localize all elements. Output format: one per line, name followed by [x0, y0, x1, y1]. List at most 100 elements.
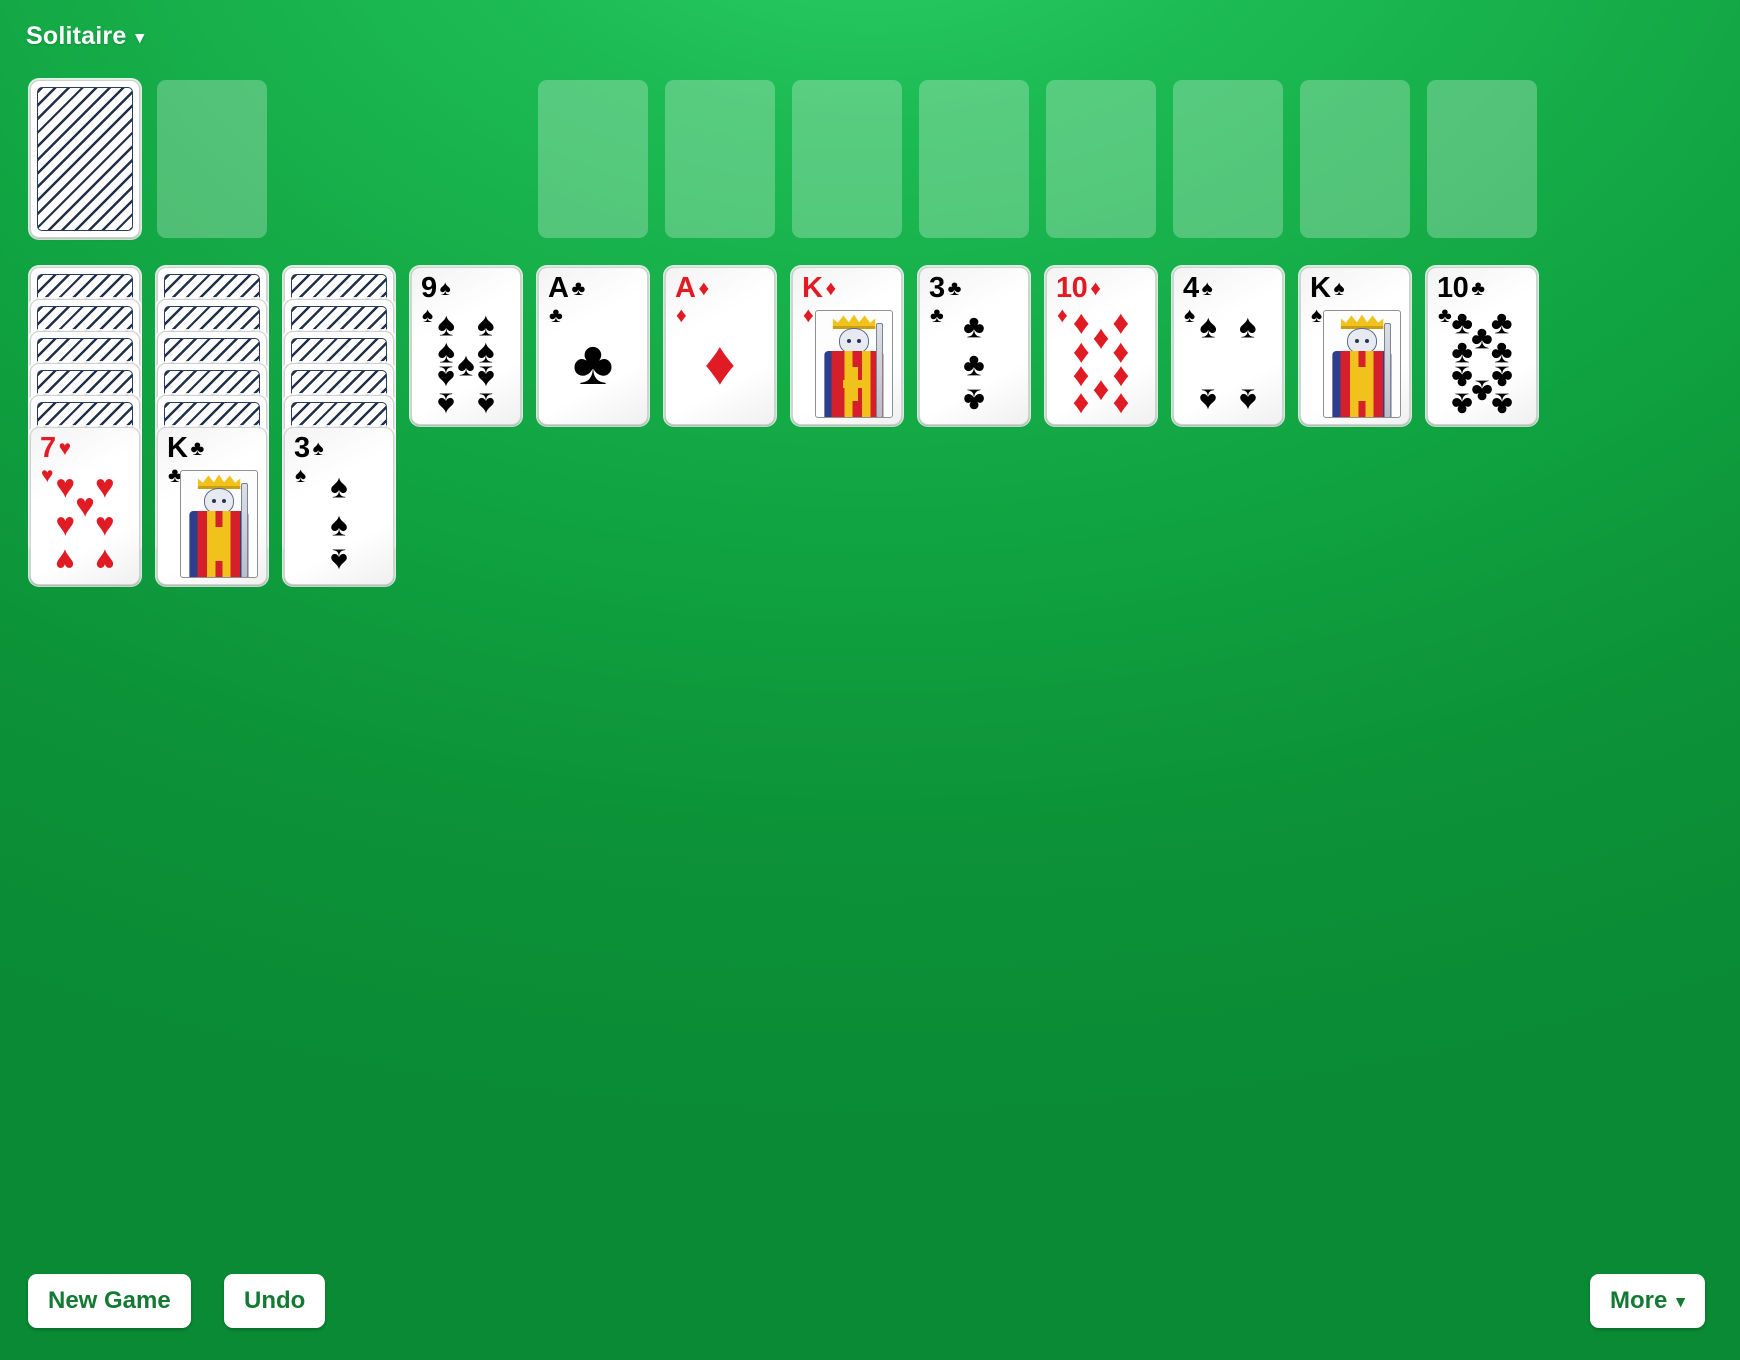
card-pip-icon: ♣	[1451, 386, 1474, 424]
tableau-card[interactable]: 3 ♣ ♣ ♣ ♣ ♣	[919, 267, 1029, 425]
card-pip-icon: ♣	[1471, 318, 1493, 356]
card-suit-icon: ♣	[1471, 277, 1485, 300]
tableau-card[interactable]: 10 ♣ ♣ ♣ ♣ ♣ ♣ ♣ ♣ ♣ ♣ ♣ ♣	[1427, 267, 1537, 425]
card-rank-suit-line: A ♦	[675, 274, 709, 303]
tableau-card[interactable]: K ♠ ♠	[1300, 267, 1410, 425]
court-figure-illustration	[1323, 310, 1401, 418]
card-suit-icon: ♠	[312, 437, 324, 460]
tableau-card[interactable]: K ♦ ♦	[792, 267, 902, 425]
app-title-menu[interactable]: Solitaire ▾	[26, 22, 144, 51]
foundation-slot-1[interactable]	[538, 80, 648, 238]
card-pip-layout: ♠ ♠ ♠ ♠	[1190, 307, 1266, 420]
card-pip-icon: ♥	[55, 542, 76, 580]
eye-illustration	[212, 499, 216, 503]
foundation-slot-5[interactable]	[1046, 80, 1156, 238]
card-rank-suit-line: 9 ♠	[421, 272, 451, 304]
card-suit-icon: ♠	[1311, 304, 1323, 327]
foundation-slot-6[interactable]	[1173, 80, 1283, 238]
card-rank-suit-line: K ♣	[167, 434, 204, 463]
crown-illustration	[197, 474, 241, 489]
card-suit-icon: ♠	[1333, 277, 1345, 300]
card-rank-suit-line: 10 ♣	[1437, 274, 1485, 303]
card-rank-label: 10	[1437, 272, 1469, 304]
card-pip-layout: ♣ ♣ ♣	[936, 307, 1012, 420]
card-rank-suit-line: K ♦	[802, 274, 836, 303]
tableau-card[interactable]: 4 ♠ ♠ ♠ ♠ ♠ ♠	[1173, 267, 1283, 425]
card-rank-suit-line: 3 ♠	[294, 432, 324, 464]
card-pip-layout: ♣	[555, 312, 631, 415]
card-rank-label: A	[548, 272, 569, 304]
sword-illustration	[241, 483, 248, 577]
tableau-card[interactable]: A ♦ ♦ ♦	[665, 267, 775, 425]
card-pip-layout: ♦	[682, 312, 758, 415]
card-rank-label: 3	[929, 272, 945, 304]
card-pip-icon: ♣	[963, 307, 985, 345]
card-rank-label: K	[802, 272, 823, 304]
card-pip-layout: ♣ ♣ ♣ ♣ ♣ ♣ ♣ ♣ ♣ ♣	[1444, 306, 1520, 423]
app-title-label: Solitaire	[26, 22, 127, 50]
foundation-slot-4[interactable]	[919, 80, 1029, 238]
foundation-slot-7[interactable]	[1300, 80, 1410, 238]
card-rank-suit-line: 3 ♣	[929, 274, 961, 303]
tableau-card[interactable]: K ♣ ♣	[157, 427, 267, 585]
card-suit-icon: ♣	[947, 277, 962, 300]
card-pip-icon: ♣	[963, 382, 985, 420]
tableau-card[interactable]: 9 ♠ ♠ ♠ ♠ ♠ ♠ ♠ ♠ ♠ ♠ ♠	[411, 267, 521, 425]
card-pip-icon: ♠	[330, 542, 348, 580]
eye-illustration	[222, 499, 226, 503]
tableau-card[interactable]: 10 ♦ ♦ ♦ ♦ ♦ ♦ ♦ ♦ ♦ ♦ ♦ ♦	[1046, 267, 1156, 425]
card-rank-label: 7	[40, 432, 56, 464]
card-pip-icon: ♠	[330, 467, 348, 505]
card-pip-icon: ♠	[437, 386, 455, 424]
card-rank-suit-line: A ♣	[548, 274, 585, 303]
card-pip-icon: ♦	[1112, 386, 1130, 424]
card-rank-label: 10	[1056, 272, 1088, 304]
card-pip-icon: ♠	[1199, 307, 1217, 345]
chevron-down-icon: ▾	[135, 28, 145, 47]
foundation-slot-3[interactable]	[792, 80, 902, 238]
card-pip-layout: ♦ ♦ ♦ ♦ ♦ ♦ ♦ ♦ ♦ ♦	[1063, 306, 1139, 423]
card-rank-suit-line: 10 ♦	[1056, 272, 1101, 304]
foundation-slot-2[interactable]	[665, 80, 775, 238]
card-pip-icon: ♥	[94, 467, 115, 505]
card-suit-icon: ♠	[1201, 277, 1213, 300]
more-button[interactable]: More ▾	[1590, 1274, 1705, 1328]
card-rank-suit-line: K ♠	[1310, 274, 1345, 303]
card-rank-label: 9	[421, 272, 437, 304]
card-pip-icon: ♠	[1238, 382, 1257, 420]
card-pip-icon: ♦	[1072, 386, 1090, 424]
card-pip-icon: ♥	[55, 505, 76, 542]
stock-pile[interactable]	[30, 80, 140, 238]
sword-illustration	[876, 323, 883, 417]
undo-button[interactable]: Undo	[224, 1274, 326, 1328]
card-pip-icon: ♣	[1471, 373, 1493, 411]
card-pip-icon: ♥	[75, 486, 95, 524]
card-rank-suit-line: 4 ♠	[1183, 272, 1213, 304]
card-rank-label: 3	[294, 432, 310, 464]
card-pip-icon: ♦	[1092, 373, 1110, 411]
card-suit-icon: ♦	[825, 277, 836, 300]
crown-illustration	[1340, 314, 1384, 329]
foundation-slot-8[interactable]	[1427, 80, 1537, 238]
card-rank-label: 4	[1183, 272, 1199, 304]
sword-illustration	[1384, 323, 1391, 417]
card-rank-label: K	[167, 432, 188, 464]
eye-illustration	[1365, 339, 1369, 343]
card-pip-icon: ♥	[94, 505, 115, 542]
card-pip-icon: ♦	[704, 328, 736, 398]
card-pip-layout: ♥ ♥ ♥ ♥ ♥ ♥ ♥	[47, 467, 123, 580]
card-suit-icon: ♦	[1090, 277, 1101, 300]
card-pip-icon: ♠	[476, 386, 495, 424]
tableau-card[interactable]: A ♣ ♣ ♣	[538, 267, 648, 425]
card-suit-icon: ♥	[58, 437, 71, 460]
waste-pile-slot[interactable]	[157, 80, 267, 238]
card-pip-layout: ♠ ♠ ♠ ♠ ♠ ♠ ♠ ♠ ♠	[428, 308, 504, 423]
card-rank-label: A	[675, 272, 696, 304]
tableau-card[interactable]: 3 ♠ ♠ ♠ ♠ ♠	[284, 427, 394, 585]
tableau-card[interactable]: 7 ♥ ♥ ♥ ♥ ♥ ♥ ♥ ♥ ♥	[30, 427, 140, 585]
card-pip-icon: ♠	[1199, 382, 1217, 420]
card-pip-icon: ♣	[572, 328, 614, 398]
chevron-down-icon: ▾	[1676, 1292, 1685, 1311]
new-game-button[interactable]: New Game	[28, 1274, 191, 1328]
card-pip-icon: ♠	[457, 345, 475, 382]
